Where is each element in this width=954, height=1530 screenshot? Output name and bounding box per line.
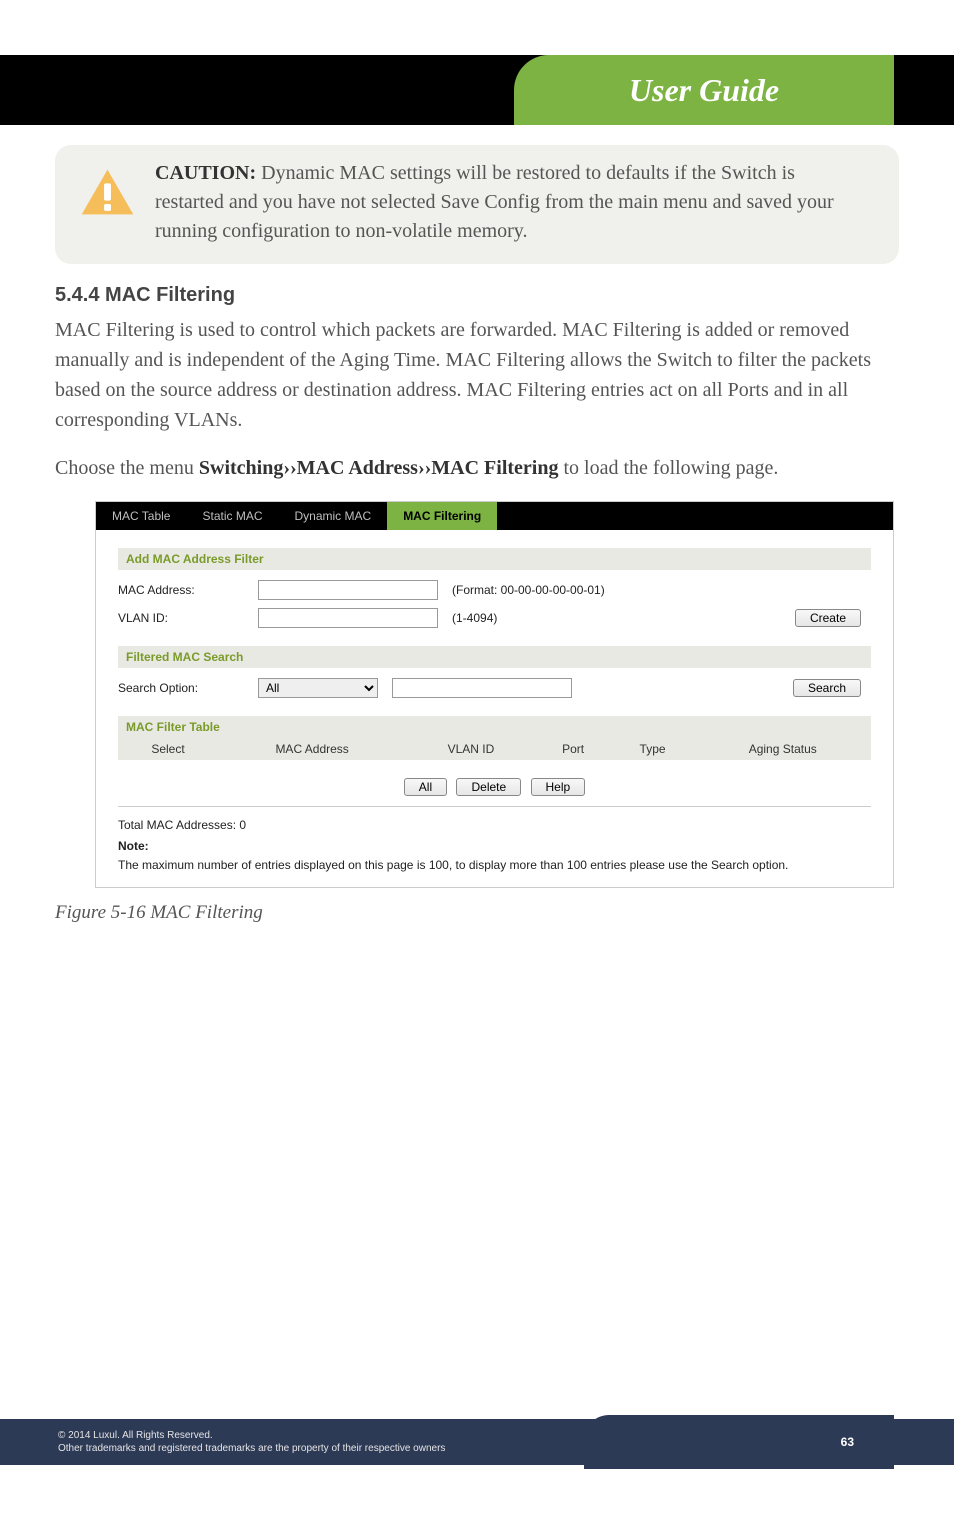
add-filter-header: Add MAC Address Filter: [118, 548, 871, 570]
vlan-id-label: VLAN ID:: [118, 611, 258, 625]
col-vlan-id: VLAN ID: [406, 738, 535, 760]
search-option-label: Search Option:: [118, 681, 258, 695]
mac-format-hint: (Format: 00-00-00-00-00-01): [452, 583, 605, 597]
warning-icon: [80, 167, 135, 217]
delete-button[interactable]: Delete: [456, 778, 521, 796]
para2-post: to load the following page.: [558, 457, 778, 479]
help-button[interactable]: Help: [531, 778, 586, 796]
caution-text: CAUTION: Dynamic MAC settings will be re…: [155, 159, 859, 246]
col-select: Select: [118, 738, 218, 760]
filter-table-header: MAC Filter Table: [118, 716, 871, 738]
header-title: User Guide: [629, 72, 779, 109]
tab-static-mac[interactable]: Static MAC: [186, 502, 278, 530]
header-title-tab: User Guide: [514, 55, 894, 125]
vlan-id-input[interactable]: [258, 608, 438, 628]
caution-body: Dynamic MAC settings will be restored to…: [155, 162, 834, 242]
vlan-hint: (1-4094): [452, 611, 497, 625]
col-mac-address: MAC Address: [218, 738, 406, 760]
ui-screenshot: MAC Table Static MAC Dynamic MAC MAC Fil…: [95, 501, 894, 888]
tab-bar: MAC Table Static MAC Dynamic MAC MAC Fil…: [96, 502, 893, 530]
paragraph-2: Choose the menu Switching››MAC Address››…: [55, 453, 899, 483]
search-section-header: Filtered MAC Search: [118, 646, 871, 668]
para2-bold: Switching››MAC Address››MAC Filtering: [199, 457, 559, 479]
mac-filter-table: Select MAC Address VLAN ID Port Type Agi…: [118, 738, 871, 760]
total-mac-addresses: Total MAC Addresses: 0: [118, 818, 246, 832]
col-aging-status: Aging Status: [694, 738, 871, 760]
figure-caption: Figure 5-16 MAC Filtering: [55, 902, 899, 924]
note-text: The maximum number of entries displayed …: [118, 858, 788, 872]
footer-bar: © 2014 Luxul. All Rights Reserved. Other…: [0, 1419, 954, 1465]
caution-label: CAUTION:: [155, 162, 256, 184]
note-label: Note:: [118, 838, 871, 855]
tab-dynamic-mac[interactable]: Dynamic MAC: [279, 502, 388, 530]
search-input[interactable]: [392, 678, 572, 698]
all-button[interactable]: All: [404, 778, 447, 796]
search-option-select[interactable]: All: [258, 678, 378, 698]
tab-mac-filtering[interactable]: MAC Filtering: [387, 502, 497, 530]
table-button-row: All Delete Help: [118, 772, 871, 807]
footer-page-tab: 63: [584, 1415, 894, 1469]
para2-pre: Choose the menu: [55, 457, 199, 479]
create-button[interactable]: Create: [795, 609, 861, 627]
mac-address-label: MAC Address:: [118, 583, 258, 597]
note-block: Total MAC Addresses: 0 Note: The maximum…: [118, 817, 871, 873]
header-bar: User Guide: [0, 55, 954, 125]
col-type: Type: [611, 738, 695, 760]
caution-box: CAUTION: Dynamic MAC settings will be re…: [55, 145, 899, 264]
footer-line1: © 2014 Luxul. All Rights Reserved.: [58, 1430, 213, 1441]
tab-mac-table[interactable]: MAC Table: [96, 502, 186, 530]
footer-text: © 2014 Luxul. All Rights Reserved. Other…: [0, 1429, 445, 1456]
search-button[interactable]: Search: [793, 679, 861, 697]
footer-line2: Other trademarks and registered trademar…: [58, 1443, 445, 1454]
col-port: Port: [536, 738, 611, 760]
section-heading: 5.4.4 MAC Filtering: [55, 284, 899, 307]
page-number: 63: [841, 1435, 854, 1449]
paragraph-1: MAC Filtering is used to control which p…: [55, 315, 899, 435]
mac-address-input[interactable]: [258, 580, 438, 600]
